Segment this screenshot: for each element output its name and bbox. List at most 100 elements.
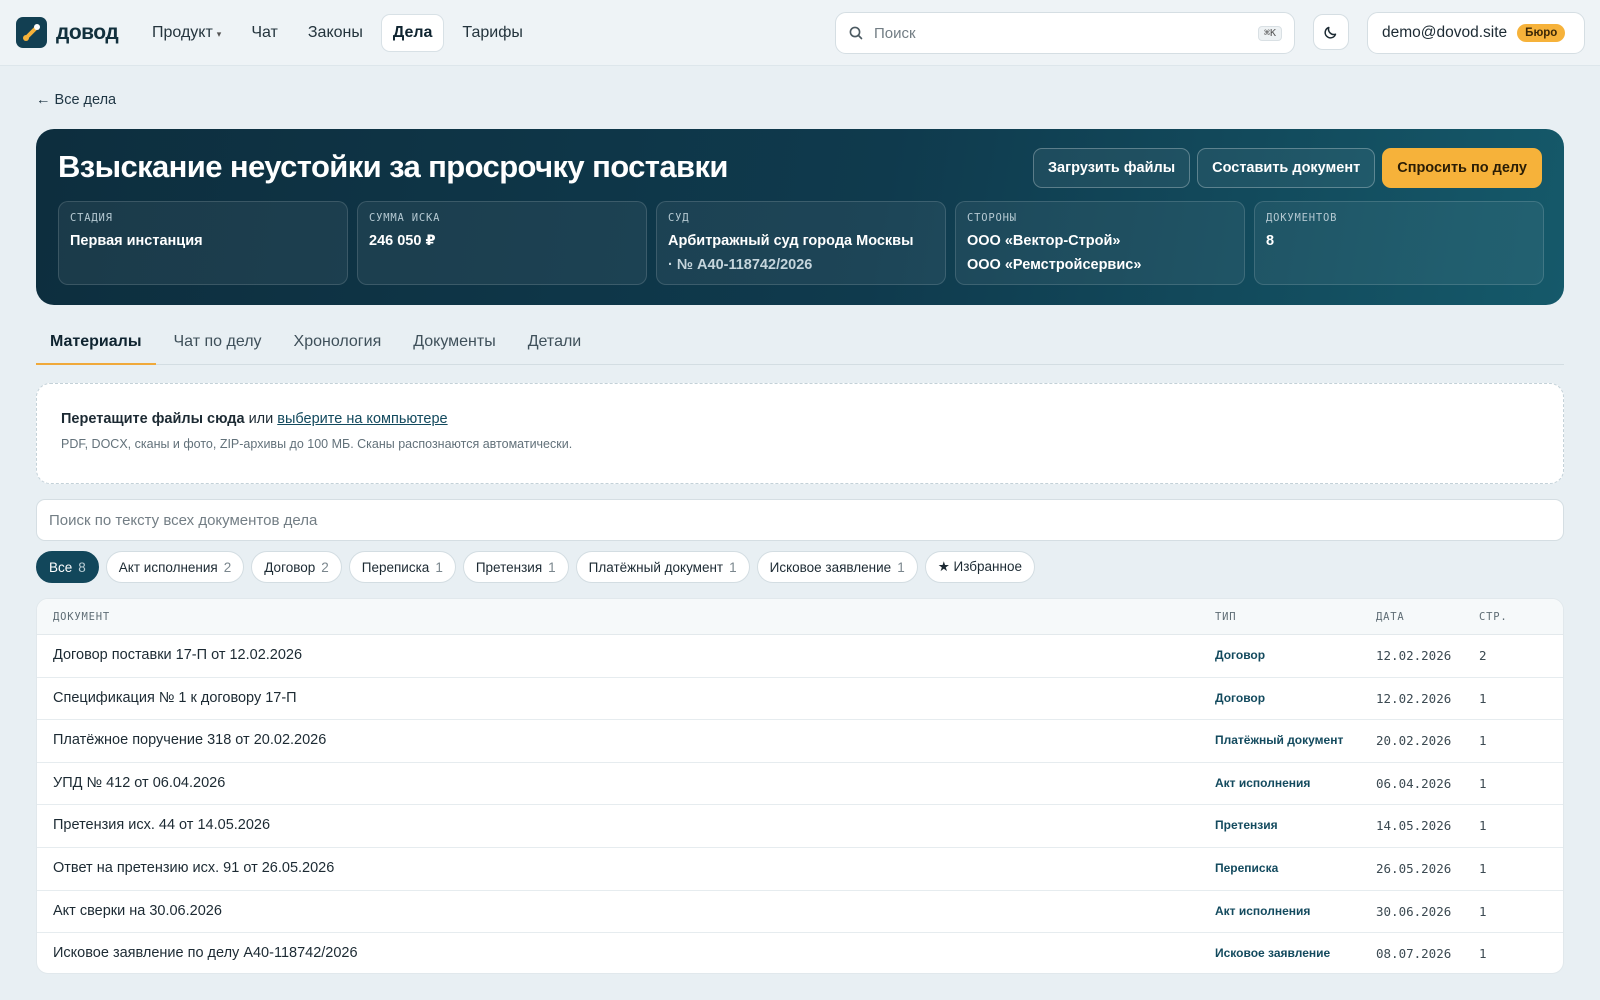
file-dropzone[interactable]: Перетащите файлы сюда или выберите на ко… [36,383,1564,484]
column-header-type[interactable]: Тип [1215,611,1236,623]
case-actions: Загрузить файлы Составить документ Спрос… [1032,148,1542,188]
chevron-down-icon: ▾ [216,29,222,39]
account-menu[interactable]: demo@dovod.site Бюро [1367,12,1585,54]
logo[interactable]: довод [16,17,119,48]
document-type: Исковое заявление [1215,946,1331,961]
nav-item-cases[interactable]: Дела [380,14,445,52]
plan-badge: Бюро [1517,24,1566,42]
document-type: Переписка [1215,860,1279,875]
case-facts: Стадия Первая инстанция Сумма иска 246 0… [58,201,1544,285]
document-date: 06.04.2026 [1376,775,1452,791]
document-pages: 1 [1479,946,1487,962]
tab-case-chat[interactable]: Чат по делу [160,322,276,365]
case-number: · № А40-118742/2026 [668,257,813,273]
dropzone-title: Перетащите файлы сюда [61,411,245,427]
chip-count: 1 [548,559,556,575]
filter-chip-contract[interactable]: Договор 2 [251,551,342,583]
chip-count: 2 [321,559,329,575]
document-type: Претензия [1215,818,1278,833]
compose-document-button[interactable]: Составить документ [1197,148,1376,188]
table-row[interactable]: Платёжное поручение 318 от 20.02.2026 Пла… [37,720,1563,763]
chip-count: 1 [435,559,443,575]
fact-value: ООО «Вектор-Строй» [967,233,1121,249]
table-header: Документ Тип Дата Стр. [37,599,1563,635]
nav-item-product[interactable]: Продукт ▾ [140,14,233,52]
upload-files-button[interactable]: Загрузить файлы [1032,148,1191,188]
fact-stage: Стадия Первая инстанция [58,201,348,285]
table-row[interactable]: Спецификация № 1 к договору 17-П Договор 1… [37,678,1563,721]
column-header-document[interactable]: Документ [53,611,110,623]
tab-materials[interactable]: Материалы [36,322,156,365]
theme-toggle-button[interactable] [1313,14,1349,50]
document-pages: 1 [1479,860,1487,876]
fact-label: Сумма иска [369,212,441,224]
dropzone-text: Перетащите файлы сюда или выберите на ко… [61,411,1539,427]
fact-value: 8 [1266,233,1275,249]
table-row[interactable]: Претензия исх. 44 от 14.05.2026 Претензия… [37,805,1563,848]
column-header-pages[interactable]: Стр. [1479,611,1508,623]
search-input[interactable] [874,24,1258,42]
filter-chip-statement-of-claim[interactable]: Исковое заявление 1 [756,551,918,583]
tab-details[interactable]: Детали [514,322,596,365]
shortcut-hint: ⌘K [1257,25,1282,41]
fact-claim-amount: Сумма иска 246 050 ₽ [357,201,647,285]
nav-item-label: Дела [392,24,433,41]
logo-mark-icon [16,17,47,48]
case-title: Взыскание неустойки за просрочку поставк… [58,149,728,184]
nav-item-chat[interactable]: Чат [239,14,290,52]
chip-label: Исковое заявление [769,559,892,575]
filter-chip-all[interactable]: Все 8 [36,551,99,583]
chip-label: Акт исполнения [118,559,218,575]
document-name: Платёжное поручение 318 от 20.02.2026 [53,732,327,749]
nav-item-laws[interactable]: Законы [296,14,375,52]
column-header-date[interactable]: Дата [1376,611,1405,623]
chip-label: Договор [264,559,316,575]
global-search[interactable]: ⌘K [835,12,1295,54]
chip-label: Переписка [361,559,430,575]
tab-timeline[interactable]: Хронология [280,322,396,365]
table-row[interactable]: Ответ на претензию исх. 91 от 26.05.2026… [37,848,1563,891]
fact-parties: Стороны ООО «Вектор-Строй» ООО «Ремстрой… [955,201,1245,285]
document-type: Платёжный документ [1215,733,1344,748]
document-date: 08.07.2026 [1376,946,1452,962]
fact-label: Документов [1266,212,1338,224]
fact-value: 246 050 ₽ [369,233,436,249]
nav-item-label: Законы [307,24,363,41]
fact-value: Арбитражный суд города Москвы [668,233,914,249]
fact-label: Суд [668,212,690,224]
document-name: УПД № 412 от 06.04.2026 [53,774,226,791]
dropzone-or: или [244,411,278,427]
document-pages: 1 [1479,733,1487,749]
filter-chip-favorites[interactable]: ★ Избранное [924,551,1035,583]
nav-item-pricing[interactable]: Тарифы [450,14,534,52]
tab-documents[interactable]: Документы [399,322,509,365]
case-header-card: Взыскание неустойки за просрочку поставк… [36,129,1564,305]
table-row[interactable]: Договор поставки 17-П от 12.02.2026 Догов… [37,635,1563,678]
table-row[interactable]: Акт сверки на 30.06.2026 Акт исполнения 30… [37,891,1563,934]
chip-label: ★ Избранное [937,559,1022,574]
filter-chip-payment-document[interactable]: Платёжный документ 1 [575,551,750,583]
documents-table: Документ Тип Дата Стр. Договор поставки … [36,598,1564,974]
choose-file-link[interactable]: выберите на компьютере [277,411,447,427]
table-row[interactable]: УПД № 412 от 06.04.2026 Акт исполнения 06.… [37,763,1563,806]
document-date: 20.02.2026 [1376,733,1452,749]
filter-chip-correspondence[interactable]: Переписка 1 [348,551,456,583]
document-type: Договор [1215,690,1266,705]
filter-chip-performance-act[interactable]: Акт исполнения 2 [105,551,245,583]
document-pages: 1 [1479,690,1487,706]
table-row[interactable]: Исковое заявление по делу А40-118742/202… [37,933,1563,973]
top-navbar: довод Продукт ▾ Чат Законы Дела Тарифы ⌘… [0,0,1600,66]
back-to-cases-link[interactable]: ← Все дела [36,92,116,108]
dropzone-hint: PDF, DOCX, сканы и фото, ZIP-архивы до 1… [61,437,573,451]
chip-label: Все [49,559,73,575]
account-email: demo@dovod.site [1382,24,1508,41]
moon-icon [1324,26,1337,39]
chip-count: 1 [729,559,737,575]
document-date: 12.02.2026 [1376,690,1452,706]
document-type: Договор [1215,648,1266,662]
ask-about-case-button[interactable]: Спросить по делу [1382,148,1542,188]
document-text-search-input[interactable] [36,499,1564,541]
search-icon [849,26,863,40]
filter-chip-claim[interactable]: Претензия 1 [462,551,569,583]
document-date: 14.05.2026 [1376,818,1452,834]
